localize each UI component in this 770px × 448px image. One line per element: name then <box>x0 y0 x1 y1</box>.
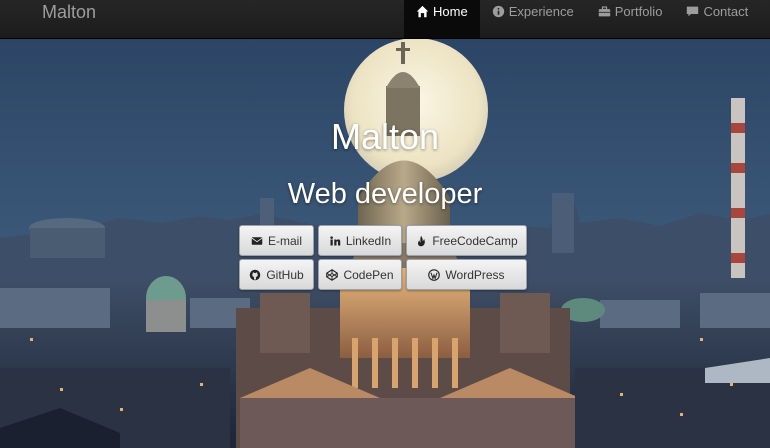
nav-item-label: Home <box>433 4 468 19</box>
github-icon <box>250 269 261 280</box>
brand-link[interactable]: Malton <box>42 2 96 23</box>
github-button[interactable]: GitHub <box>239 259 314 290</box>
linkedin-button[interactable]: LinkedIn <box>318 225 402 256</box>
nav-item-portfolio[interactable]: Portfolio <box>586 0 675 38</box>
nav-item-contact[interactable]: Contact <box>674 0 760 38</box>
info-circle-icon <box>492 5 504 18</box>
codepen-label: CodePen <box>343 267 394 282</box>
comment-icon <box>687 6 699 17</box>
email-button[interactable]: E-mail <box>239 225 314 256</box>
linkedin-label: LinkedIn <box>345 233 392 248</box>
wordpress-label: WordPress <box>445 267 505 282</box>
hero-title: Malton <box>330 116 440 157</box>
wordpress-button[interactable]: WordPress <box>406 259 527 290</box>
freecodecamp-button[interactable]: FreeCodeCamp <box>406 225 527 256</box>
hero-subtitle: Web developer <box>287 178 483 210</box>
codepen-button[interactable]: CodePen <box>318 259 402 290</box>
wordpress-icon <box>428 268 441 281</box>
nav-item-label: Experience <box>508 4 574 19</box>
home-icon <box>416 5 429 18</box>
freecodecamp-label: FreeCodeCamp <box>432 233 518 248</box>
codepen-icon <box>326 268 339 281</box>
envelope-icon <box>251 236 263 245</box>
navbar: Malton Home Experience Portfolio Contact <box>0 0 770 39</box>
nav-menu: Home Experience Portfolio Contact <box>404 0 760 38</box>
briefcase-icon <box>598 6 610 17</box>
nav-item-home[interactable]: Home <box>404 0 480 38</box>
nav-item-label: Portfolio <box>614 4 663 19</box>
nav-item-experience[interactable]: Experience <box>480 0 586 38</box>
hero-section: Malton Web developer E-mail LinkedIn Fre… <box>0 38 770 448</box>
linkedin-icon <box>330 235 341 245</box>
github-label: GitHub <box>266 267 304 282</box>
fire-icon <box>418 235 426 246</box>
nav-item-label: Contact <box>703 4 749 19</box>
email-label: E-mail <box>267 233 302 248</box>
